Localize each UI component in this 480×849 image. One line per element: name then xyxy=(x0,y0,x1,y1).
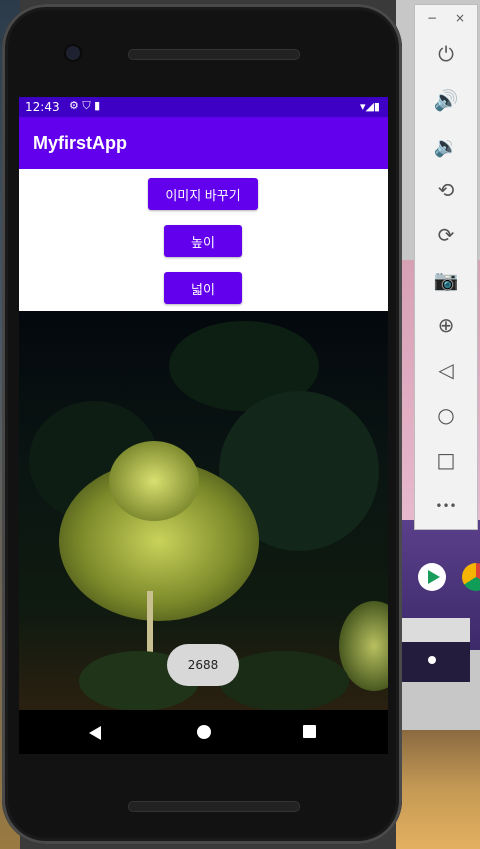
navigation-bar xyxy=(19,710,388,754)
status-time: 12:43 xyxy=(25,100,60,114)
zoom-icon[interactable]: ⊕ xyxy=(431,310,461,340)
toast-message: 2688 xyxy=(167,644,239,686)
minimize-icon[interactable]: − xyxy=(427,11,437,25)
desktop-home-dot xyxy=(428,656,436,664)
camera-icon[interactable]: 📷 xyxy=(431,265,461,295)
volume-down-icon[interactable]: 🔉 xyxy=(431,131,461,161)
app-bar: MyfirstApp xyxy=(19,117,388,169)
top-speaker xyxy=(128,49,300,60)
bottom-speaker xyxy=(128,801,300,812)
app-title: MyfirstApp xyxy=(33,133,127,153)
emulator-toolbar: − × ⏻ 🔊 🔉 ⟲ ⟳ 📷 ⊕ ◁ ○ □ ••• xyxy=(414,4,478,530)
width-button[interactable]: 넓이 xyxy=(164,272,242,304)
home-icon[interactable]: ○ xyxy=(431,400,461,430)
front-camera xyxy=(66,46,80,60)
volume-up-icon[interactable]: 🔊 xyxy=(431,85,461,115)
rotate-right-icon[interactable]: ⟳ xyxy=(431,220,461,250)
back-icon[interactable]: ◁ xyxy=(431,355,461,385)
nav-recents-icon[interactable] xyxy=(303,725,316,738)
phone-screen: 12:43 ⚙ ⛉ ▮ ▾◢▮ MyfirstApp 이미지 바꾸기 높이 넓이… xyxy=(19,97,388,710)
overview-icon[interactable]: □ xyxy=(431,445,461,475)
toolbar-window-controls: − × xyxy=(415,11,479,31)
nav-home-icon[interactable] xyxy=(197,725,211,739)
status-notification-icons: ⚙ ⛉ ▮ xyxy=(69,99,101,112)
play-store-icon[interactable] xyxy=(418,563,446,591)
rotate-left-icon[interactable]: ⟲ xyxy=(431,175,461,205)
close-icon[interactable]: × xyxy=(455,11,465,25)
nav-back-icon[interactable] xyxy=(89,726,101,740)
button-panel: 이미지 바꾸기 높이 넓이 xyxy=(19,169,388,311)
desktop-background-bottom xyxy=(396,730,480,849)
status-system-icons: ▾◢▮ xyxy=(359,100,380,113)
lit-tree-top xyxy=(109,441,199,521)
change-image-button[interactable]: 이미지 바꾸기 xyxy=(148,178,258,210)
status-bar: 12:43 ⚙ ⛉ ▮ ▾◢▮ xyxy=(19,97,388,117)
power-icon[interactable]: ⏻ xyxy=(431,39,461,69)
height-button[interactable]: 높이 xyxy=(164,225,242,257)
more-icon[interactable]: ••• xyxy=(431,491,461,521)
desktop-search-bar[interactable] xyxy=(396,618,470,642)
